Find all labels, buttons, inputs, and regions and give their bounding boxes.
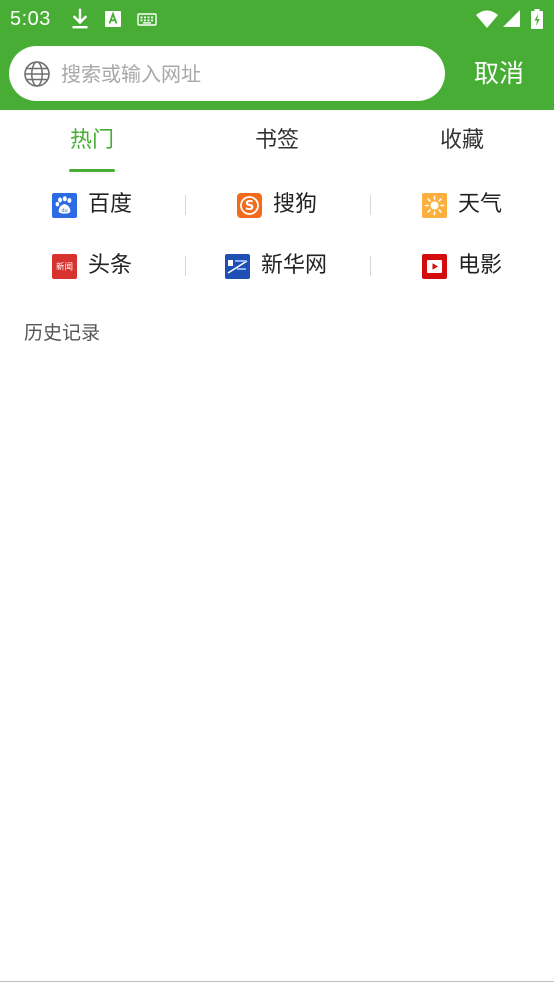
search-input[interactable] [61, 46, 431, 101]
tab-label: 书签 [254, 128, 299, 153]
download-icon [70, 8, 90, 30]
cancel-button[interactable]: 取消 [458, 52, 540, 96]
quick-link-toutiao[interactable]: 新闻 头条 [0, 237, 184, 297]
top-bar: 5:03 搜索或输入网址 取消 [0, 0, 554, 110]
globe-icon [23, 60, 51, 88]
quick-links-row: du 百度 S 搜狗 天气 [0, 176, 554, 236]
keyboard-icon [137, 8, 157, 30]
tab-bar: 热门 书签 收藏 [0, 110, 554, 174]
movie-icon [422, 253, 447, 279]
svg-text:S: S [245, 199, 254, 214]
tab-favorites[interactable]: 收藏 [387, 110, 537, 174]
wifi-icon [475, 8, 499, 30]
quick-link-label: 天气 [458, 192, 503, 217]
xinhua-icon [225, 253, 250, 279]
sogou-icon: S [237, 192, 262, 218]
tab-bookmarks[interactable]: 书签 [202, 110, 352, 174]
active-tab-indicator [69, 169, 115, 172]
quick-link-xinhua[interactable]: 新华网 [186, 237, 370, 297]
svg-text:du: du [61, 208, 67, 214]
quick-links-grid: du 百度 S 搜狗 天气 新闻 头条 新华网 电影 [0, 176, 554, 300]
weather-icon [422, 192, 447, 218]
toutiao-icon: 新闻 [52, 253, 77, 279]
quick-link-label: 搜狗 [273, 192, 318, 217]
quick-link-movie[interactable]: 电影 [371, 237, 554, 297]
quick-link-label: 百度 [88, 192, 133, 217]
a-keyboard-icon [104, 8, 122, 30]
quick-link-label: 新华网 [261, 253, 328, 278]
tab-label: 热门 [69, 128, 114, 153]
history-title: 历史记录 [24, 322, 101, 344]
quick-link-label: 头条 [88, 253, 133, 278]
cellular-signal-icon [502, 8, 522, 30]
status-time: 5:03 [10, 8, 51, 30]
tab-hot[interactable]: 热门 [17, 110, 167, 174]
quick-link-baidu[interactable]: du 百度 [0, 176, 184, 236]
toutiao-icon-text: 新闻 [56, 261, 73, 272]
status-bar: 5:03 [0, 0, 554, 38]
quick-link-sogou[interactable]: S 搜狗 [186, 176, 370, 236]
battery-charging-icon [530, 8, 544, 30]
tab-label: 收藏 [439, 128, 484, 153]
quick-links-row: 新闻 头条 新华网 电影 [0, 237, 554, 297]
bottom-divider [0, 981, 554, 982]
quick-link-weather[interactable]: 天气 [371, 176, 554, 236]
search-box[interactable] [9, 46, 445, 101]
quick-link-label: 电影 [458, 253, 503, 278]
baidu-icon: du [52, 192, 77, 218]
